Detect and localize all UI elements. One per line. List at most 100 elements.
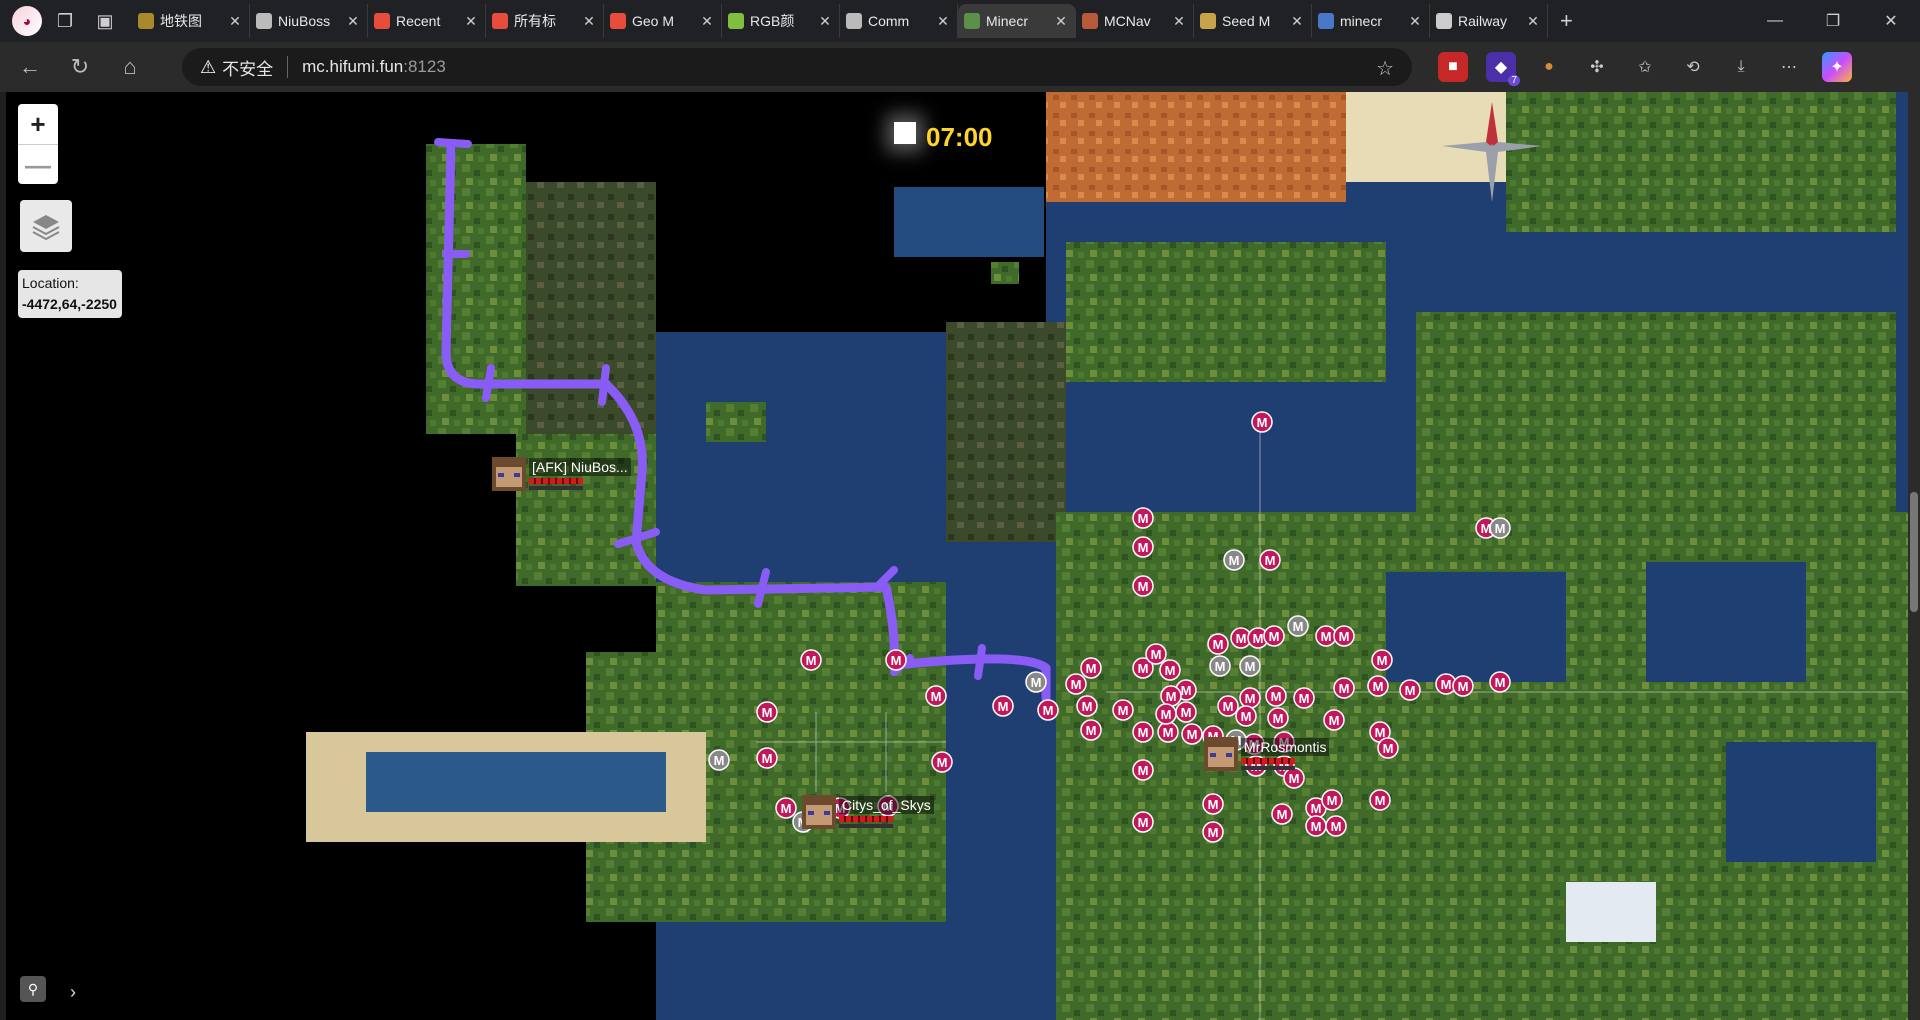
- station-marker[interactable]: M: [1080, 719, 1102, 741]
- station-marker[interactable]: M: [1287, 615, 1309, 637]
- station-marker[interactable]: M: [1371, 649, 1393, 671]
- station-marker[interactable]: M: [1377, 737, 1399, 759]
- station-marker[interactable]: M: [1175, 701, 1197, 723]
- link-tool-icon[interactable]: ⚲: [20, 976, 46, 1002]
- player-avatar[interactable]: [1204, 737, 1238, 771]
- more-menu-icon[interactable]: ⋯: [1774, 52, 1804, 82]
- station-marker[interactable]: M: [925, 685, 947, 707]
- player-avatar[interactable]: [802, 795, 836, 829]
- station-marker[interactable]: M: [1145, 643, 1167, 665]
- close-tab-icon[interactable]: ✕: [463, 13, 479, 30]
- station-marker[interactable]: M: [1155, 703, 1177, 725]
- browser-tab[interactable]: Comm ✕: [840, 4, 958, 38]
- browser-tab[interactable]: Seed M ✕: [1194, 4, 1312, 38]
- browser-tab[interactable]: Recent ✕: [368, 4, 486, 38]
- browser-tab[interactable]: MCNav ✕: [1076, 4, 1194, 38]
- station-marker[interactable]: M: [1217, 695, 1239, 717]
- station-marker[interactable]: M: [1132, 721, 1154, 743]
- station-marker[interactable]: M: [1283, 767, 1305, 789]
- close-tab-icon[interactable]: ✕: [699, 13, 715, 30]
- station-marker[interactable]: M: [1157, 721, 1179, 743]
- station-marker[interactable]: M: [1239, 687, 1261, 709]
- player-avatar[interactable]: [492, 457, 526, 491]
- map-viewport[interactable]: MMMMMMMMMMMMMMMMMMMMMMMMMMMMMMMMMMMMMMMM…: [6, 92, 1910, 1020]
- cookie-icon[interactable]: ●: [1534, 52, 1564, 82]
- station-marker[interactable]: M: [1235, 705, 1257, 727]
- station-marker[interactable]: M: [1333, 625, 1355, 647]
- browser-tab[interactable]: minecr ✕: [1312, 4, 1430, 38]
- home-button[interactable]: ⌂: [110, 47, 150, 87]
- download-icon[interactable]: ⤓: [1726, 52, 1756, 82]
- map-canvas[interactable]: MMMMMMM MMMM MM M MM MMMMMMMM MMMMM M M M M MMM M M MM…: [6, 92, 1910, 1020]
- history-icon[interactable]: ⟲: [1678, 52, 1708, 82]
- station-marker[interactable]: M: [1315, 625, 1337, 647]
- favorite-star-icon[interactable]: ☆: [1376, 56, 1394, 81]
- scrollbar-track[interactable]: [1908, 92, 1920, 1020]
- zoom-out-button[interactable]: —: [18, 144, 58, 185]
- station-marker[interactable]: M: [708, 749, 730, 771]
- close-tab-icon[interactable]: ✕: [935, 13, 951, 30]
- close-tab-icon[interactable]: ✕: [1289, 13, 1305, 30]
- browser-tab[interactable]: 地铁图 ✕: [132, 4, 250, 38]
- minimize-button[interactable]: —: [1746, 0, 1804, 42]
- close-tab-icon[interactable]: ✕: [1171, 13, 1187, 30]
- station-marker[interactable]: M: [1132, 811, 1154, 833]
- scrollbar-thumb[interactable]: [1910, 492, 1918, 612]
- station-marker[interactable]: M: [1207, 633, 1229, 655]
- browser-tab[interactable]: Minecr ✕: [958, 4, 1076, 38]
- station-marker[interactable]: M: [1159, 659, 1181, 681]
- station-marker[interactable]: M: [1367, 675, 1389, 697]
- maximize-button[interactable]: ❐: [1804, 0, 1862, 42]
- station-marker[interactable]: M: [1399, 679, 1421, 701]
- reload-button[interactable]: ↻: [60, 47, 100, 87]
- station-marker[interactable]: M: [1132, 759, 1154, 781]
- extension-purple-icon[interactable]: ◆ 7: [1486, 52, 1520, 86]
- expand-arrow-icon[interactable]: ›: [70, 982, 76, 1003]
- station-marker[interactable]: M: [1271, 803, 1293, 825]
- station-marker[interactable]: M: [1369, 789, 1391, 811]
- station-marker[interactable]: M: [1132, 536, 1154, 558]
- station-marker[interactable]: M: [1265, 685, 1287, 707]
- station-marker[interactable]: M: [1181, 723, 1203, 745]
- close-tab-icon[interactable]: ✕: [345, 13, 361, 30]
- station-marker[interactable]: M: [1037, 699, 1059, 721]
- station-marker[interactable]: M: [885, 649, 907, 671]
- station-marker[interactable]: M: [1025, 671, 1047, 693]
- station-marker[interactable]: M: [1132, 507, 1154, 529]
- close-tab-icon[interactable]: ✕: [1053, 13, 1069, 30]
- tab-actions-icon[interactable]: ▣: [88, 4, 122, 38]
- station-marker[interactable]: M: [1489, 517, 1511, 539]
- station-marker[interactable]: M: [1333, 677, 1355, 699]
- station-marker[interactable]: M: [756, 701, 778, 723]
- station-marker[interactable]: M: [1489, 671, 1511, 693]
- station-marker[interactable]: M: [1112, 699, 1134, 721]
- station-marker[interactable]: M: [1076, 695, 1098, 717]
- favorites-icon[interactable]: ✩: [1630, 52, 1660, 82]
- browser-tab[interactable]: RGB颜 ✕: [722, 4, 840, 38]
- station-marker[interactable]: M: [1223, 549, 1245, 571]
- close-tab-icon[interactable]: ✕: [1525, 13, 1541, 30]
- copilot-icon[interactable]: ✦: [1822, 52, 1852, 82]
- station-marker[interactable]: M: [1263, 625, 1285, 647]
- station-marker[interactable]: M: [1267, 707, 1289, 729]
- profile-avatar[interactable]: ◕: [12, 6, 42, 36]
- new-tab-button[interactable]: +: [1560, 8, 1573, 34]
- station-marker[interactable]: M: [1305, 815, 1327, 837]
- extensions-puzzle-icon[interactable]: ✣: [1582, 52, 1612, 82]
- close-tab-icon[interactable]: ✕: [817, 13, 833, 30]
- close-tab-icon[interactable]: ✕: [581, 13, 597, 30]
- zoom-in-button[interactable]: +: [18, 104, 58, 144]
- station-marker[interactable]: M: [1202, 821, 1224, 843]
- workspaces-icon[interactable]: ❐: [48, 4, 82, 38]
- close-window-button[interactable]: ✕: [1862, 0, 1920, 42]
- station-marker[interactable]: M: [1160, 685, 1182, 707]
- station-marker[interactable]: M: [1251, 411, 1273, 433]
- station-marker[interactable]: M: [1293, 687, 1315, 709]
- address-bar[interactable]: ⚠ 不安全 mc.hifumi.fun :8123 ☆: [182, 48, 1412, 86]
- close-tab-icon[interactable]: ✕: [1407, 13, 1423, 30]
- station-marker[interactable]: M: [1321, 789, 1343, 811]
- station-marker[interactable]: M: [1239, 655, 1261, 677]
- station-marker[interactable]: M: [775, 797, 797, 819]
- station-marker[interactable]: M: [1452, 675, 1474, 697]
- close-tab-icon[interactable]: ✕: [227, 13, 243, 30]
